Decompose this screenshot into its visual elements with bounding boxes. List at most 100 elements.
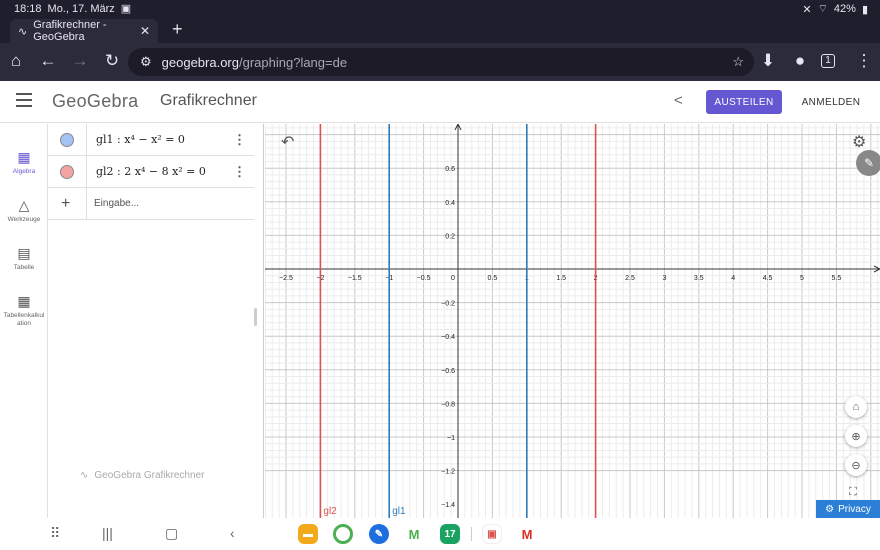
footer-text: GeoGebra Grafikrechner bbox=[94, 470, 205, 481]
x-tick-label: 3 bbox=[662, 275, 666, 282]
home-button-icon[interactable]: ▢ bbox=[165, 525, 178, 542]
x-tick-label: 4 bbox=[731, 275, 735, 282]
graphics-view[interactable]: −2.5−2−1.5−1−0.500.511.522.533.544.555.5… bbox=[265, 124, 880, 518]
hamburger-menu-icon[interactable] bbox=[16, 93, 32, 107]
android-navigation-bar: ⠿ ||| ▢ ‹ ▬ ✎ M 17 ▣ M bbox=[0, 518, 880, 550]
nav-algebra-label: Algebra bbox=[12, 168, 36, 175]
new-tab-icon[interactable]: + bbox=[172, 20, 183, 38]
gmail-app-icon[interactable]: M bbox=[517, 524, 537, 544]
x-tick-label: 0 bbox=[451, 275, 455, 282]
nav-table-label: Tabelle bbox=[13, 264, 35, 271]
pen-icon[interactable]: ✎ bbox=[856, 150, 880, 176]
item-menu-icon[interactable]: ⋮ bbox=[233, 132, 246, 148]
undo-icon[interactable]: ↶ bbox=[281, 132, 294, 152]
battery-icon: ▮ bbox=[861, 3, 868, 16]
address-bar[interactable]: ⚙ geogebra.org/graphing?lang=de ☆ bbox=[128, 48, 754, 76]
line-label-gl2: gl2 bbox=[323, 506, 337, 517]
download-icon[interactable]: ⬇ bbox=[758, 52, 778, 70]
geogebra-logo[interactable]: GeoGebra bbox=[52, 91, 138, 112]
y-tick-label: 0.6 bbox=[445, 166, 455, 173]
calculator-icon: ▦ bbox=[17, 149, 31, 165]
pen-app-icon[interactable]: ✎ bbox=[369, 524, 389, 544]
algebra-input[interactable]: Eingabe... bbox=[94, 198, 139, 209]
algebra-item-gl2[interactable]: gl2 : 2 x⁴ − 8 x² = 0 ⋮ bbox=[48, 156, 254, 188]
algebra-item-gl1[interactable]: gl1 : x⁴ − x² = 0 ⋮ bbox=[48, 124, 254, 156]
fullscreen-icon[interactable]: ⛶ bbox=[849, 486, 857, 499]
visibility-toggle[interactable] bbox=[60, 164, 74, 179]
x-tick-label: 5 bbox=[800, 275, 804, 282]
x-tick-label: −2.5 bbox=[279, 275, 293, 282]
recent-apps-icon[interactable]: ||| bbox=[102, 525, 113, 541]
browser-toolbar: ⌂ ← → ↻ ⚙ geogebra.org/graphing?lang=de … bbox=[0, 43, 880, 81]
x-tick-label: 1.5 bbox=[556, 275, 566, 282]
back-icon[interactable]: ← bbox=[38, 52, 58, 70]
y-tick-label: −0.4 bbox=[441, 334, 455, 341]
share-button[interactable]: AUSTEILEN bbox=[706, 90, 782, 114]
clipboard-app-icon[interactable]: ▣ bbox=[482, 524, 502, 544]
share-icon[interactable]: < bbox=[674, 92, 683, 109]
app-drawer-icon[interactable]: ⠿ bbox=[50, 525, 60, 542]
zoom-out-icon[interactable]: ⊖ bbox=[845, 454, 867, 476]
files-app-icon[interactable]: ▬ bbox=[298, 524, 318, 544]
forward-icon[interactable]: → bbox=[70, 52, 90, 70]
item-menu-icon[interactable]: ⋮ bbox=[233, 164, 246, 180]
geogebra-logo-icon: ∿ bbox=[80, 470, 89, 481]
x-tick-label: 3.5 bbox=[694, 275, 704, 282]
image-notification-icon: ▣ bbox=[120, 3, 132, 15]
battery-level: 42% bbox=[833, 3, 856, 15]
browser-tab[interactable]: ∿ Grafikrechner - GeoGebra ✕ bbox=[10, 19, 158, 43]
m-app-icon[interactable]: M bbox=[404, 524, 424, 544]
url-host: geogebra.org bbox=[161, 54, 239, 70]
y-tick-label: −0.8 bbox=[441, 401, 455, 408]
url-path: /graphing?lang=de bbox=[239, 54, 348, 70]
y-tick-label: −1.2 bbox=[441, 469, 455, 476]
x-tick-label: −0.5 bbox=[417, 275, 431, 282]
tab-switcher[interactable]: 1 bbox=[821, 54, 835, 68]
x-tick-label: 0.5 bbox=[488, 275, 498, 282]
visibility-toggle[interactable] bbox=[60, 132, 74, 147]
back-button-icon[interactable]: ‹ bbox=[230, 525, 235, 541]
y-tick-label: −1.4 bbox=[441, 502, 455, 509]
wifi-icon: ⌔ bbox=[817, 3, 828, 15]
mute-icon: ✕ bbox=[802, 3, 812, 16]
nav-spreadsheet-label: Tabellenkalkul ation bbox=[3, 312, 45, 327]
add-icon[interactable]: + bbox=[61, 195, 70, 213]
line-label-gl1: gl1 bbox=[392, 506, 406, 517]
y-tick-label: −0.2 bbox=[441, 301, 455, 308]
microphone-icon[interactable]: ● bbox=[790, 52, 810, 70]
algebra-footer: ∿ GeoGebra Grafikrechner bbox=[80, 470, 204, 481]
home-icon[interactable]: ⌂ bbox=[6, 52, 26, 70]
nav-tools[interactable]: △ Werkzeuge bbox=[0, 196, 48, 224]
privacy-label: Privacy bbox=[838, 503, 871, 515]
geogebra-favicon-icon: ∿ bbox=[18, 25, 28, 38]
y-tick-label: 0.2 bbox=[445, 233, 455, 240]
algebra-expression[interactable]: gl2 : 2 x⁴ − 8 x² = 0 bbox=[96, 165, 206, 178]
bookmark-star-icon[interactable]: ☆ bbox=[732, 54, 744, 70]
nav-algebra[interactable]: ▦ Algebra bbox=[0, 148, 48, 176]
y-tick-label: 0.4 bbox=[445, 200, 455, 207]
nav-spreadsheet[interactable]: ▦ Tabellenkalkul ation bbox=[0, 292, 48, 328]
privacy-button[interactable]: ⚙ Privacy bbox=[816, 500, 880, 518]
nav-table[interactable]: ▤ Tabelle bbox=[0, 244, 48, 272]
reload-icon[interactable]: ↻ bbox=[102, 52, 122, 70]
coordinate-plane[interactable]: −2.5−2−1.5−1−0.500.511.522.533.544.555.5… bbox=[265, 124, 880, 518]
zoom-in-icon[interactable]: ⊕ bbox=[845, 425, 867, 447]
graphics-settings-icon[interactable]: ⚙ bbox=[852, 132, 866, 152]
algebra-input-row[interactable]: + Eingabe... bbox=[48, 188, 254, 220]
x-tick-label: −1.5 bbox=[348, 275, 362, 282]
browser-tab-bar: ∿ Grafikrechner - GeoGebra ✕ + bbox=[0, 17, 880, 43]
calendar-app-icon[interactable]: 17 bbox=[440, 524, 460, 544]
site-settings-icon[interactable]: ⚙ bbox=[140, 54, 152, 70]
close-tab-icon[interactable]: ✕ bbox=[140, 24, 150, 38]
algebra-view: gl1 : x⁴ − x² = 0 ⋮ gl2 : 2 x⁴ − 8 x² = … bbox=[48, 124, 264, 518]
panel-resize-handle[interactable] bbox=[254, 308, 257, 326]
chrome-app-icon[interactable] bbox=[333, 524, 353, 544]
geogebra-header: GeoGebra Grafikrechner < AUSTEILEN ANMEL… bbox=[0, 81, 880, 123]
x-tick-label: 5.5 bbox=[832, 275, 842, 282]
login-button[interactable]: ANMELDEN bbox=[793, 90, 869, 114]
home-view-icon[interactable]: ⌂ bbox=[845, 396, 867, 418]
algebra-expression[interactable]: gl1 : x⁴ − x² = 0 bbox=[96, 133, 185, 146]
more-menu-icon[interactable]: ⋮ bbox=[854, 52, 874, 70]
date: Mo., 17. März bbox=[47, 2, 115, 15]
system-status-bar: 18:18 Mo., 17. März ▣ ✕ ⌔ 42% ▮ bbox=[0, 0, 880, 17]
